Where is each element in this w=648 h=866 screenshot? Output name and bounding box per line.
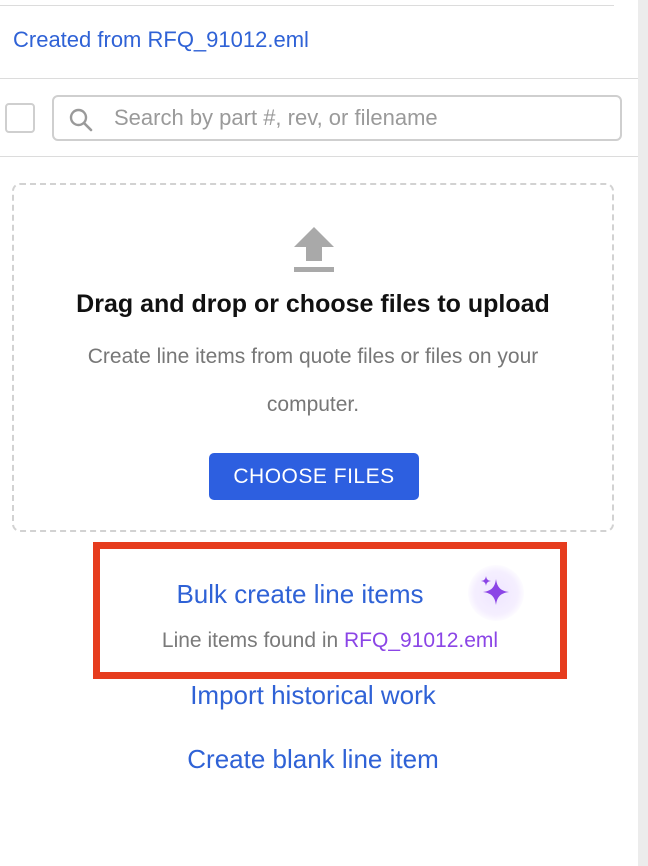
create-blank-line-item-link[interactable]: Create blank line item <box>0 744 626 775</box>
divider <box>0 156 638 157</box>
import-historical-work-link[interactable]: Import historical work <box>0 680 626 711</box>
choose-files-button[interactable]: CHOOSE FILES <box>209 453 419 500</box>
divider <box>0 5 614 6</box>
upload-icon <box>294 227 334 272</box>
search-input[interactable] <box>114 97 614 139</box>
upload-description: Create line items from quote files or fi… <box>87 345 539 416</box>
search-field[interactable] <box>52 95 622 141</box>
bulk-create-link[interactable]: Bulk create line items <box>100 579 500 610</box>
line-items-found: Line items found in RFQ_91012.eml <box>100 629 560 653</box>
upload-title: Drag and drop or choose files to upload <box>76 290 550 318</box>
found-file-link[interactable]: RFQ_91012.eml <box>344 629 498 652</box>
sparkle-badge <box>468 565 524 621</box>
sparkle-icon <box>481 576 509 605</box>
bulk-create-highlight: Bulk create line items Line items found … <box>93 542 567 679</box>
select-all-checkbox[interactable] <box>5 103 35 133</box>
divider <box>0 78 638 79</box>
file-dropzone[interactable]: Drag and drop or choose files to upload … <box>12 183 614 532</box>
created-from-link[interactable]: Created from RFQ_91012.eml <box>13 27 309 53</box>
found-label: Line items found in <box>161 629 345 652</box>
scrollbar-track[interactable] <box>638 0 648 866</box>
search-icon <box>69 108 93 132</box>
